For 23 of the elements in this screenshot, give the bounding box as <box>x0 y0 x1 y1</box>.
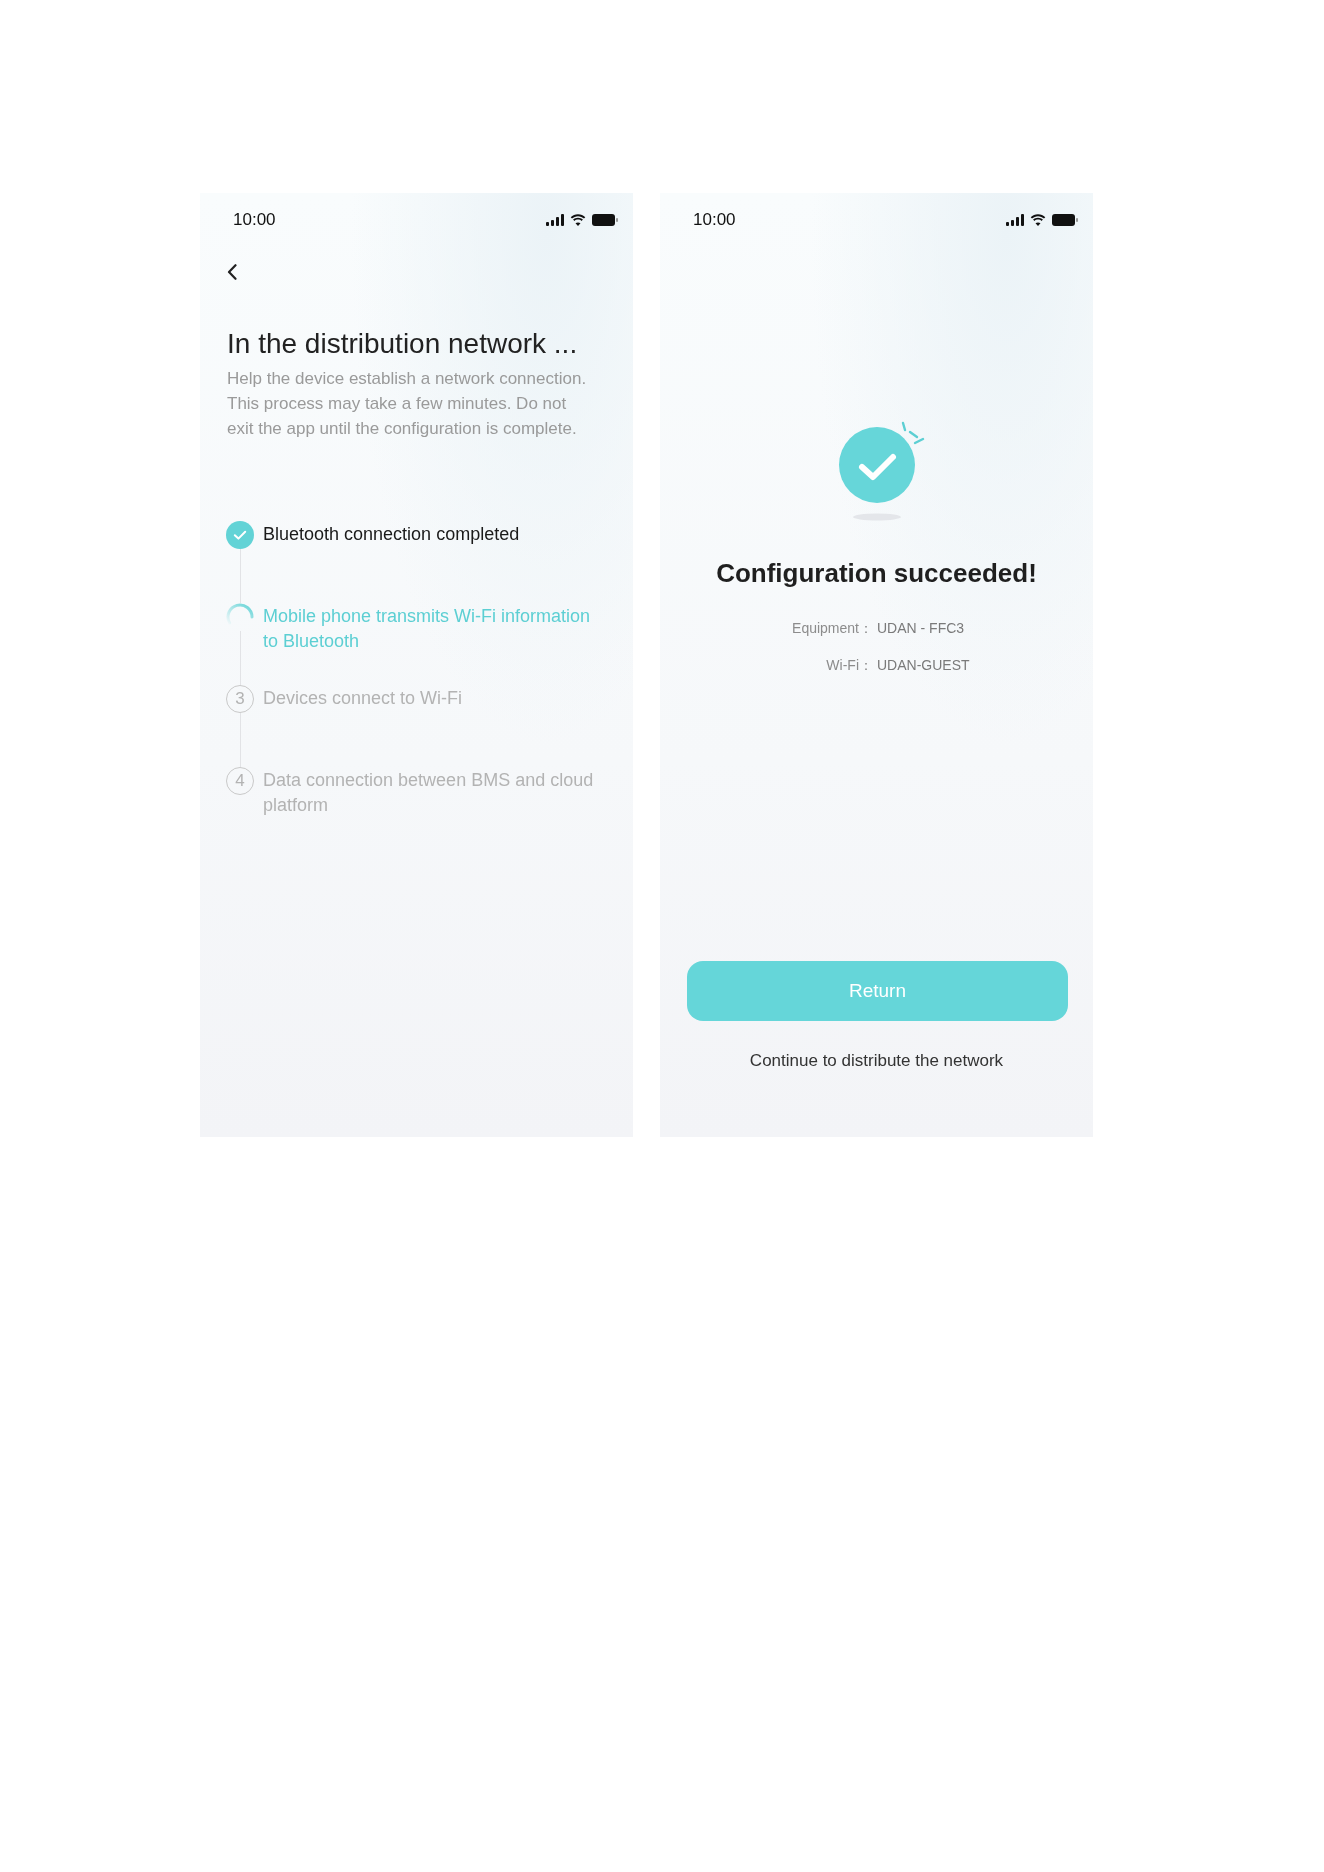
status-time: 10:00 <box>233 209 276 231</box>
wifi-icon <box>570 214 586 226</box>
wifi-icon <box>1030 214 1046 226</box>
battery-icon <box>1052 214 1078 226</box>
step-label: Data connection between BMS and cloud platform <box>263 769 595 817</box>
page-title: In the distribution network ... <box>227 327 578 361</box>
chevron-left-icon <box>227 264 237 280</box>
page-description: Help the device establish a network connection. This process may take a few minutes. Do not exit the app until the configuration is complete. <box>227 368 588 440</box>
detail-value: UDAN - FFC3 <box>877 619 965 638</box>
step-label: Bluetooth connection completed <box>263 523 521 546</box>
step-label: Mobile phone transmits Wi-Fi information to Bluetooth <box>263 605 592 653</box>
detail-value: UDAN-GUEST <box>877 656 970 675</box>
signal-icon <box>1006 214 1024 226</box>
continue-link[interactable]: Continue to distribute the network <box>749 1049 1004 1073</box>
signal-icon <box>546 214 564 226</box>
step-label: Devices connect to Wi-Fi <box>263 687 464 710</box>
success-check-icon <box>839 420 925 522</box>
detail-label: Wi-Fi： <box>826 656 873 675</box>
status-time: 10:00 <box>693 209 736 231</box>
detail-label: Equipment： <box>792 619 873 638</box>
battery-icon <box>592 214 618 226</box>
check-circle-icon <box>226 521 254 549</box>
result-title: Configuration succeeded! <box>716 557 1037 590</box>
